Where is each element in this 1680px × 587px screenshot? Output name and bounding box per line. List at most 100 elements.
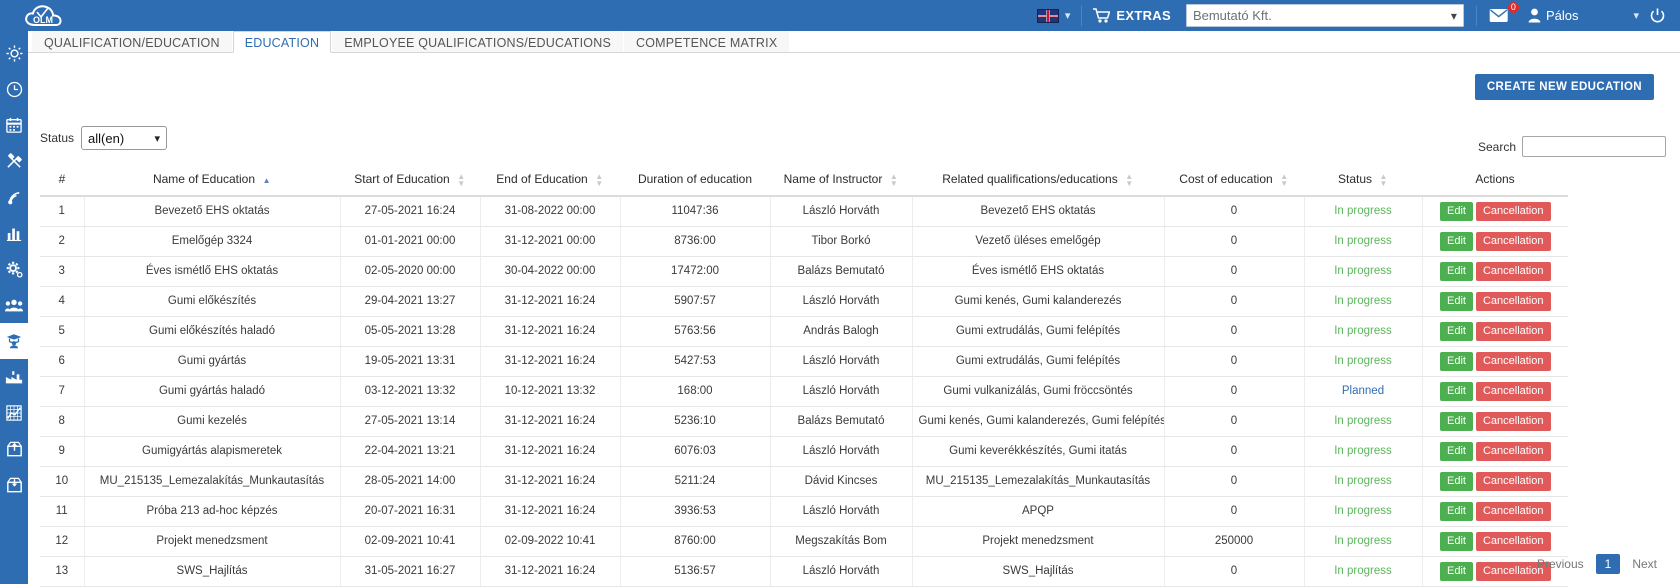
- col-header-related[interactable]: Related qualifications/educations ▲ ▼: [912, 165, 1164, 197]
- cell-duration: 5236:10: [619, 406, 770, 437]
- sidebar-item-inbox-up[interactable]: [0, 431, 28, 467]
- cancellation-button[interactable]: Cancellation: [1475, 261, 1551, 281]
- edit-button[interactable]: Edit: [1439, 261, 1473, 281]
- cancellation-button[interactable]: Cancellation: [1475, 321, 1551, 341]
- cell-related: SWS_Hajlítás: [911, 556, 1164, 587]
- create-new-education-button[interactable]: CREATE NEW EDUCATION: [1474, 74, 1654, 100]
- sidebar-item-clock[interactable]: [0, 71, 28, 107]
- search-input[interactable]: [1522, 136, 1666, 157]
- cell-cost: 0: [1163, 376, 1304, 407]
- cell-end: 31-08-2022 00:00: [479, 195, 620, 227]
- cancellation-button[interactable]: Cancellation: [1475, 501, 1551, 521]
- search-box: Search: [1478, 136, 1666, 157]
- sidebar-item-factory[interactable]: [0, 359, 28, 395]
- language-selector[interactable]: ▾: [1030, 0, 1078, 31]
- sidebar-item-education[interactable]: [0, 323, 28, 359]
- app-logo[interactable]: OLM: [0, 0, 96, 31]
- sidebar-item-inbox-down[interactable]: [0, 467, 28, 503]
- cancellation-button[interactable]: Cancellation: [1475, 411, 1551, 431]
- edit-button[interactable]: Edit: [1439, 501, 1473, 521]
- sidebar-item-signal[interactable]: [0, 179, 28, 215]
- cell-duration: 5136:57: [619, 556, 770, 587]
- cell-instructor: László Horváth: [769, 496, 912, 527]
- edit-button[interactable]: Edit: [1439, 321, 1473, 341]
- pagination-previous[interactable]: Previous: [1528, 554, 1593, 574]
- table-row: 13 SWS_Hajlítás 31-05-2021 16:27 31-12-2021…: [40, 556, 1568, 587]
- cancellation-button[interactable]: Cancellation: [1475, 351, 1551, 371]
- cancellation-button[interactable]: Cancellation: [1475, 531, 1551, 551]
- cancellation-button[interactable]: Cancellation: [1475, 231, 1551, 251]
- cell-num: 8: [40, 406, 84, 437]
- cancellation-button[interactable]: Cancellation: [1475, 291, 1551, 311]
- col-header-instructor[interactable]: Name of Instructor ▲ ▼: [770, 165, 912, 197]
- edit-button[interactable]: Edit: [1439, 531, 1473, 551]
- sort-icon: ▲ ▼: [1379, 171, 1388, 188]
- main-content: CREATE NEW EDUCATION Status all(en) ▾ Se…: [28, 53, 1680, 587]
- pagination-page-1[interactable]: 1: [1595, 554, 1621, 574]
- col-header-num[interactable]: #: [40, 165, 84, 197]
- user-name: Pálos: [1545, 8, 1579, 23]
- pagination-next[interactable]: Next: [1623, 554, 1666, 574]
- tab-competence-matrix[interactable]: COMPETENCE MATRIX: [624, 31, 790, 52]
- user-menu[interactable]: Pálos: [1521, 0, 1586, 31]
- sidebar-item-reports[interactable]: [0, 215, 28, 251]
- messages-button[interactable]: 0: [1481, 0, 1521, 31]
- cell-cost: 0: [1163, 226, 1304, 257]
- status-badge: In progress: [1303, 406, 1422, 437]
- cell-instructor: Balázs Bemutató: [769, 256, 912, 287]
- sidebar-item-tools[interactable]: [0, 143, 28, 179]
- cart-icon: [1093, 8, 1111, 23]
- sidebar-item-calendar[interactable]: [0, 107, 28, 143]
- edit-button[interactable]: Edit: [1439, 201, 1473, 221]
- status-badge: In progress: [1303, 316, 1422, 347]
- user-menu-caret[interactable]: ▾: [1585, 0, 1646, 31]
- edit-button[interactable]: Edit: [1439, 351, 1473, 371]
- extras-button[interactable]: EXTRAS: [1086, 0, 1178, 31]
- table-row: 1 Bevezető EHS oktatás 27-05-2021 16:24 31-…: [40, 195, 1568, 227]
- cell-num: 7: [40, 376, 84, 407]
- top-navigation-bar: OLM ▾ EXTRAS Bemutató Kft. ▾ 0 Pálos ▾: [0, 0, 1680, 31]
- edit-button[interactable]: Edit: [1439, 441, 1473, 461]
- chevron-down-icon: ▾: [1450, 8, 1457, 23]
- logout-button[interactable]: [1646, 0, 1674, 31]
- col-header-cost[interactable]: Cost of education ▲ ▼: [1164, 165, 1304, 197]
- cell-start: 31-05-2021 16:27: [339, 556, 480, 587]
- cell-duration: 168:00: [619, 376, 770, 407]
- cell-num: 9: [40, 436, 84, 467]
- table-row: 12 Projekt menedzsment 02-09-2021 10:41 02-…: [40, 526, 1568, 557]
- edit-button[interactable]: Edit: [1439, 231, 1473, 251]
- status-badge: In progress: [1303, 466, 1422, 497]
- cancellation-button[interactable]: Cancellation: [1475, 381, 1551, 401]
- cancellation-button[interactable]: Cancellation: [1475, 441, 1551, 461]
- edit-button[interactable]: Edit: [1439, 411, 1473, 431]
- cell-duration: 3936:53: [619, 496, 770, 527]
- tab-employee-qualifications-educations[interactable]: EMPLOYEE QUALIFICATIONS/EDUCATIONS: [332, 31, 623, 52]
- sidebar-item-sun[interactable]: [0, 35, 28, 71]
- cell-cost: 0: [1163, 556, 1304, 587]
- edit-button[interactable]: Edit: [1439, 381, 1473, 401]
- edit-button[interactable]: Edit: [1439, 561, 1473, 581]
- tab-qualification-education[interactable]: QUALIFICATION/EDUCATION: [32, 31, 232, 52]
- col-header-start[interactable]: Start of Education ▲ ▼: [340, 165, 480, 197]
- cell-name: Gumi gyártás haladó: [83, 376, 340, 407]
- col-header-name[interactable]: Name of Education ▲: [84, 165, 340, 197]
- sidebar-item-people[interactable]: [0, 287, 28, 323]
- cell-name: Gumi kezelés: [83, 406, 340, 437]
- cell-related: MU_215135_Lemezalakítás_Munkautasítás: [911, 466, 1164, 497]
- col-header-end[interactable]: End of Education ▲ ▼: [480, 165, 620, 197]
- col-label: End of Education: [496, 172, 588, 186]
- col-header-status[interactable]: Status ▲ ▼: [1304, 165, 1422, 197]
- sidebar-item-statistics[interactable]: [0, 395, 28, 431]
- sidebar-item-settings[interactable]: [0, 251, 28, 287]
- col-header-duration[interactable]: Duration of education: [620, 165, 770, 197]
- cancellation-button[interactable]: Cancellation: [1475, 471, 1551, 491]
- cell-end: 31-12-2021 16:24: [479, 286, 620, 317]
- tab-education[interactable]: EDUCATION: [232, 31, 332, 53]
- status-filter-select[interactable]: all(en) ▾: [81, 126, 168, 150]
- edit-button[interactable]: Edit: [1439, 291, 1473, 311]
- tools-icon: [6, 152, 22, 168]
- cell-related: Bevezető EHS oktatás: [911, 195, 1164, 227]
- company-select[interactable]: Bemutató Kft. ▾: [1185, 4, 1464, 27]
- cancellation-button[interactable]: Cancellation: [1475, 201, 1551, 221]
- edit-button[interactable]: Edit: [1439, 471, 1473, 491]
